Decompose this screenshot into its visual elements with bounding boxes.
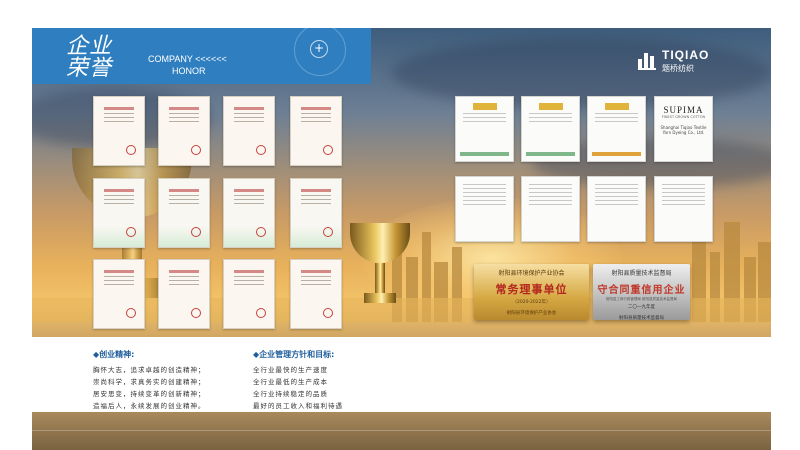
patent-certificate	[158, 259, 210, 329]
plaque-footer: 射阳县环境保护产业协会	[506, 311, 557, 316]
supima-company: Shanghai Tiqiao Textile Yarn Dyeing Co.,…	[660, 125, 707, 135]
plaque-issuer: 射阳县质量技术监督局	[611, 270, 672, 277]
supima-certificate: SUPIMA FINEST GROWN COTTON Shanghai Tiqi…	[654, 96, 713, 162]
page-subtitle-en: COMPANY <<<<<<	[148, 54, 227, 64]
patent-certificate	[158, 178, 210, 248]
patent-certificate	[290, 178, 342, 248]
page-subtitle-en-2: HONOR	[172, 66, 206, 76]
tiqiao-logo-icon	[638, 53, 656, 70]
plaque-year: （2020-2022年）	[512, 300, 551, 305]
plaque-title: 守合同重信用企业	[597, 285, 686, 296]
award-plaque-gold: 射阳县环境保护产业协会 常务理事单位 （2020-2022年） 射阳县环境保护产…	[474, 264, 589, 320]
company-logo: TIQIAO 题桥纺织	[636, 48, 709, 74]
patent-certificate	[290, 259, 342, 329]
cloud	[392, 38, 771, 108]
patent-certificate	[158, 96, 210, 166]
test-report-certificate	[455, 96, 514, 162]
plaque-title: 常务理事单位	[495, 283, 568, 296]
patent-certificate	[93, 259, 145, 329]
section-header: 企业荣誉 COMPANY <<<<<< HONOR +	[32, 28, 371, 84]
test-report-document	[654, 176, 713, 242]
spirit-text: 胸怀大志，追求卓越的创造精神； 崇尚科学，求真务实的创建精神； 居安思变，持续变…	[93, 366, 206, 410]
page-title: 企业荣誉	[66, 34, 113, 81]
plaque-issuer: 射阳县环境保护产业协会	[498, 270, 565, 277]
info-section: ◆创业精神: 胸怀大志，追求卓越的创造精神； 崇尚科学，求真务实的创建精神； 居…	[32, 337, 771, 412]
supima-title: SUPIMA	[663, 105, 704, 115]
award-plaque-silver: 射阳县质量技术监督局 守合同重信用企业 射阳县工商行政管理局 射阳县质量技术监督…	[593, 264, 690, 321]
supima-subtitle: FINEST GROWN COTTON	[661, 115, 706, 119]
plaque-footer: 射阳县质量技术监督局	[619, 316, 664, 321]
test-report-certificate	[587, 96, 646, 162]
spirit-heading: ◆创业精神:	[93, 350, 135, 359]
test-report-document	[455, 176, 514, 242]
honor-page: 企业荣誉 COMPANY <<<<<< HONOR + TIQIAO 题桥纺织	[32, 28, 771, 412]
patent-certificate	[223, 178, 275, 248]
brand-name-cn: 题桥纺织	[662, 64, 694, 73]
test-report-document	[587, 176, 646, 242]
brand-name-en: TIQIAO	[662, 48, 710, 62]
patent-certificate	[223, 259, 275, 329]
patent-certificate	[223, 96, 275, 166]
plus-icon: +	[310, 40, 328, 58]
plaque-year: 二〇一九年度	[628, 305, 655, 310]
test-report-document	[521, 176, 580, 242]
patent-certificate	[290, 96, 342, 166]
test-report-certificate	[521, 96, 580, 162]
patent-certificate	[93, 96, 145, 166]
trophy-center-image	[350, 223, 410, 333]
road-image-strip	[32, 412, 771, 450]
patent-certificate	[93, 178, 145, 248]
policy-heading: ◆企业管理方针和目标:	[253, 350, 335, 359]
plaque-subtitle: 射阳县工商行政管理局 射阳县质量技术监督局	[605, 297, 678, 301]
policy-text: 全行业最快的生产速度 全行业最低的生产成本 全行业持续稳定的品质 最好的员工收入…	[253, 366, 343, 410]
